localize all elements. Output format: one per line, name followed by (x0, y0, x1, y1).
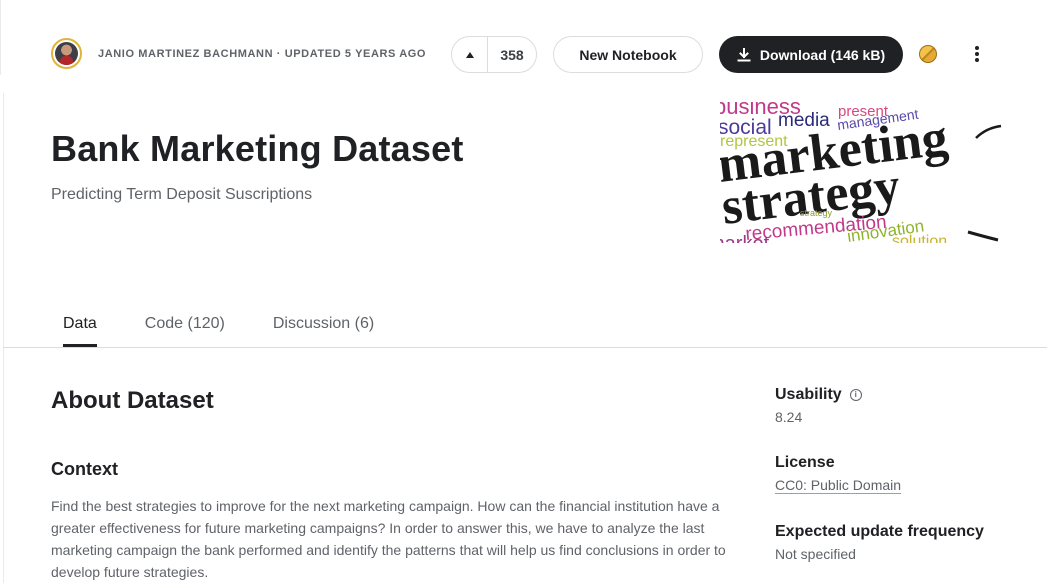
context-heading: Context (51, 459, 118, 479)
page-edge-bottom (3, 93, 4, 583)
update-frequency-label: Expected update frequency (775, 523, 984, 540)
avatar[interactable] (51, 38, 82, 69)
tab-bar: Data Code (120) Discussion (6) (51, 312, 410, 347)
page-subtitle: Predicting Term Deposit Suscriptions (51, 186, 313, 203)
upvote-count: 358 (500, 46, 524, 63)
usability-value: 8.24 (775, 409, 803, 425)
tab-divider (3, 347, 1047, 348)
license-label: License (775, 454, 835, 471)
new-notebook-button[interactable]: New Notebook (553, 36, 703, 73)
license-block: License CC0: Public Domain (775, 454, 901, 493)
tab-code[interactable]: Code (120) (133, 312, 237, 347)
download-icon (737, 47, 751, 62)
upvote-button[interactable] (452, 37, 488, 72)
caret-up-icon (465, 51, 474, 58)
cover-word: market (720, 233, 770, 243)
avatar-photo (55, 42, 78, 65)
download-label: Download (146 kB) (759, 46, 886, 63)
author-block: JANIO MARTINEZ BACHMANN · UPDATED 5 YEAR… (51, 38, 426, 69)
license-link[interactable]: CC0: Public Domain (775, 477, 901, 493)
upvote-control: 358 (451, 36, 537, 73)
update-frequency-value: Not specified (775, 546, 856, 562)
author-line[interactable]: JANIO MARTINEZ BACHMANN · UPDATED 5 YEAR… (98, 48, 426, 60)
about-heading: About Dataset (51, 387, 214, 414)
tab-data[interactable]: Data (51, 312, 109, 347)
download-button[interactable]: Download (146 kB) (719, 36, 903, 73)
cover-image: business social media present management… (720, 100, 1002, 243)
page-title: Bank Marketing Dataset (51, 128, 464, 169)
usability-block: Usability i 8.24 (775, 386, 862, 425)
tab-discussion[interactable]: Discussion (6) (261, 312, 386, 347)
info-icon[interactable]: i (849, 389, 862, 401)
page-edge-top (0, 0, 1, 75)
medal-icon[interactable] (919, 45, 937, 63)
cover-word: solution (892, 233, 947, 243)
more-vert-icon[interactable] (970, 43, 984, 65)
usability-label-row: Usability i (775, 386, 862, 404)
update-frequency-block: Expected update frequency Not specified (775, 523, 984, 562)
context-paragraph: Find the best strategies to improve for … (51, 498, 726, 580)
usability-label: Usability (775, 386, 842, 403)
